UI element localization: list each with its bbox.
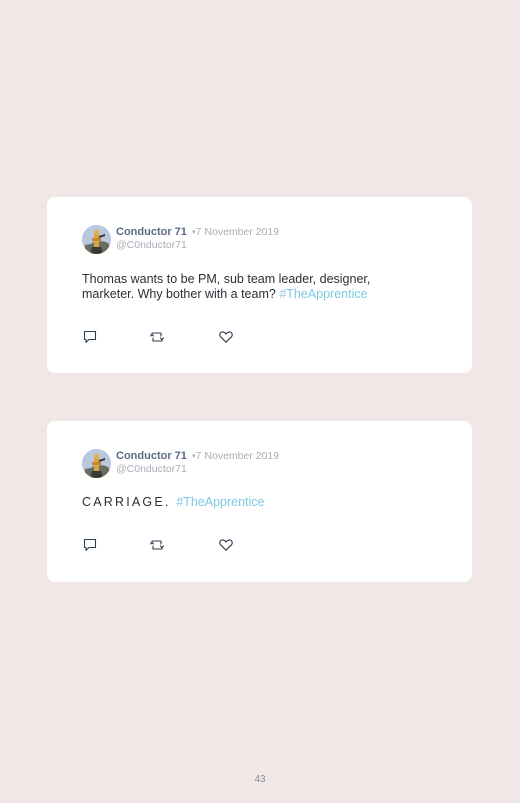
tweet-text: Thomas wants to be PM, sub team leader, …: [82, 272, 412, 302]
hashtag-link[interactable]: #TheApprentice: [176, 495, 264, 509]
heart-icon[interactable]: [218, 329, 234, 345]
author-line: Conductor 71 •7 November 2019: [116, 450, 279, 463]
avatar[interactable]: [82, 449, 111, 478]
author-name[interactable]: Conductor 71: [116, 450, 187, 462]
page-number: 43: [254, 774, 266, 785]
tweet-date: •7 November 2019: [191, 226, 280, 238]
reply-icon[interactable]: [82, 537, 98, 553]
author-name[interactable]: Conductor 71: [116, 226, 187, 238]
author-line: Conductor 71 •7 November 2019: [116, 226, 279, 239]
tweet-date: •7 November 2019: [191, 450, 280, 462]
retweet-icon[interactable]: [149, 537, 165, 553]
tweet-text: CARRIAGE. #TheApprentice: [82, 495, 412, 510]
tweet-actions: [82, 537, 252, 553]
tweet-body: CARRIAGE.: [82, 495, 177, 509]
hashtag-link[interactable]: #TheApprentice: [279, 287, 367, 301]
heart-icon[interactable]: [218, 537, 234, 553]
avatar[interactable]: [82, 225, 111, 254]
author-handle[interactable]: @C0nductor71: [116, 239, 187, 251]
retweet-icon[interactable]: [149, 329, 165, 345]
author-handle[interactable]: @C0nductor71: [116, 463, 187, 475]
tweet-actions: [82, 329, 252, 345]
tweet-card: Conductor 71 •7 November 2019 @C0nductor…: [47, 197, 472, 373]
tweet-card: Conductor 71 •7 November 2019 @C0nductor…: [47, 421, 472, 582]
reply-icon[interactable]: [82, 329, 98, 345]
